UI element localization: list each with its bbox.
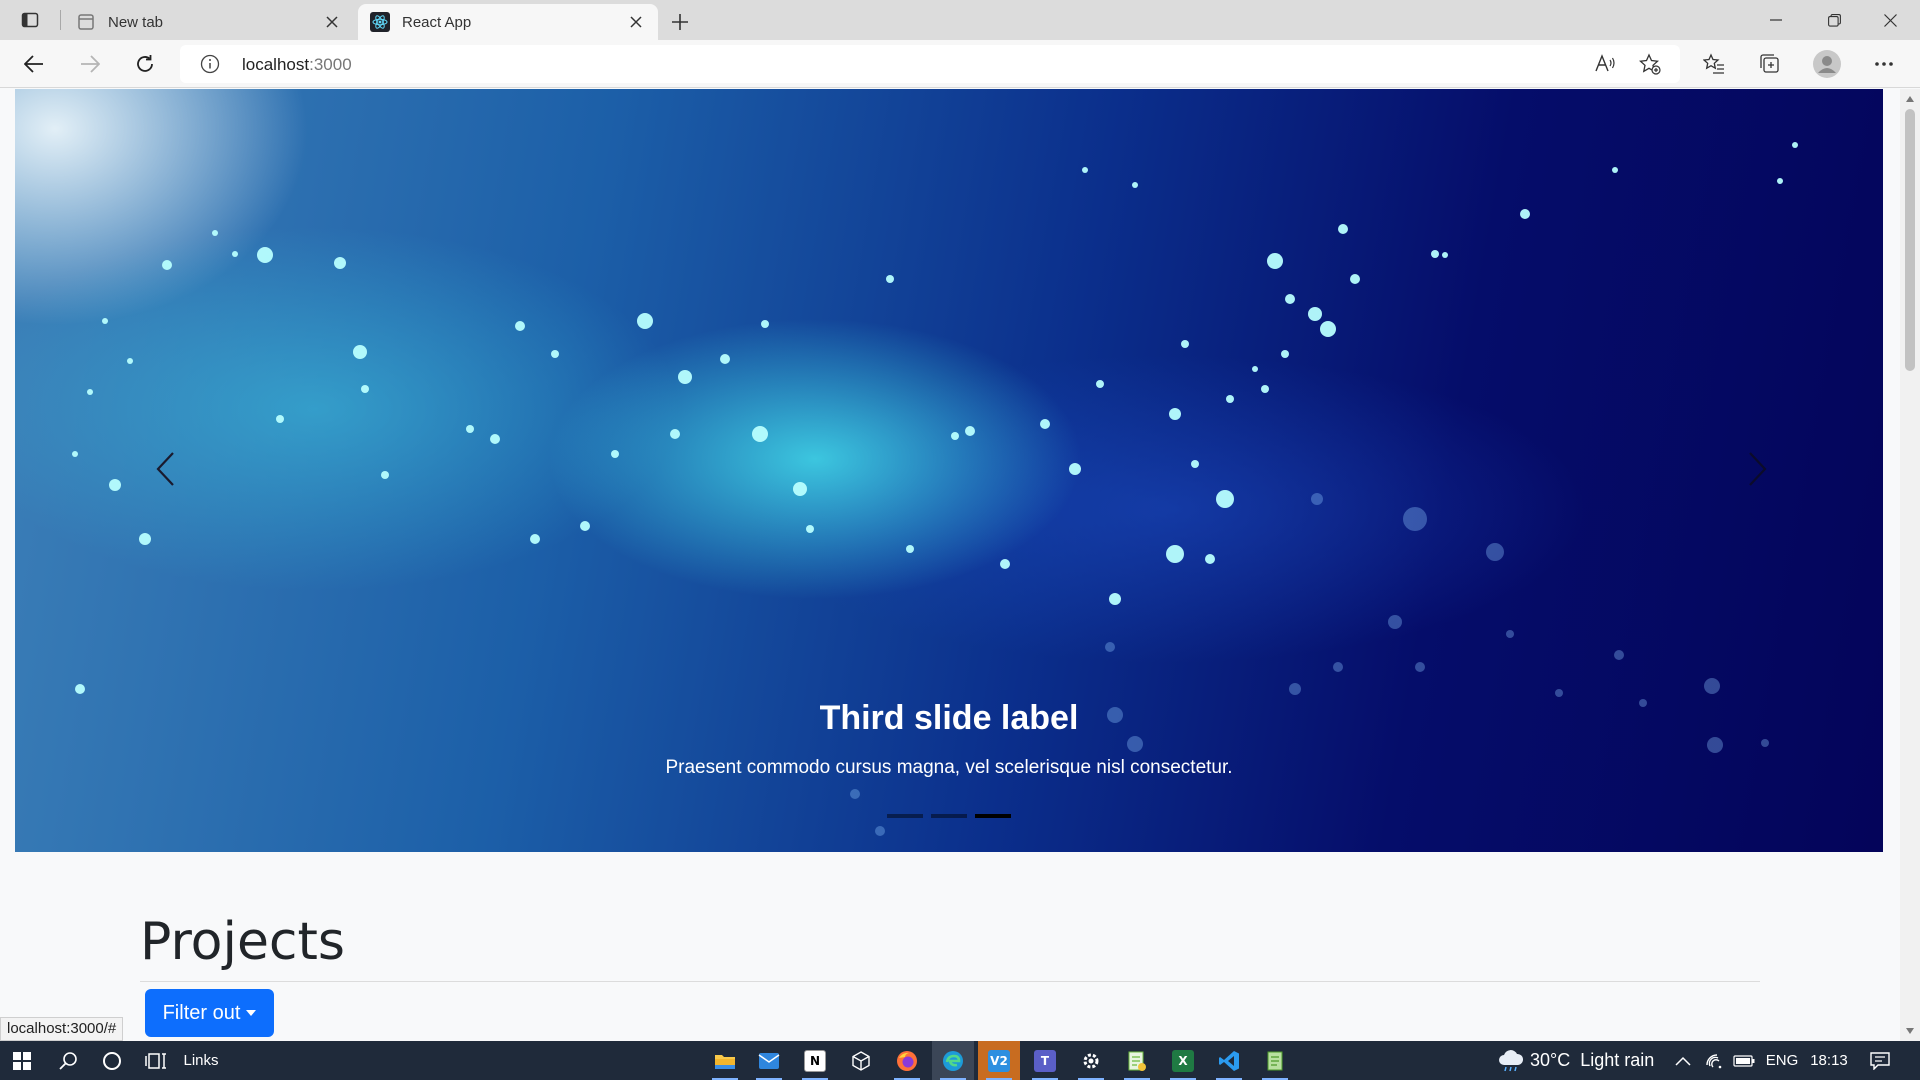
scroll-down-icon[interactable] (1904, 1025, 1916, 1037)
links-toolbar[interactable]: Links (180, 1041, 222, 1080)
language-label: ENG (1765, 1052, 1799, 1069)
add-favorite-icon[interactable] (1635, 50, 1665, 78)
address-bar[interactable]: localhost:3000 (180, 45, 1680, 83)
settings-gear-icon[interactable] (1070, 1041, 1112, 1080)
favorites-icon[interactable] (1696, 48, 1732, 80)
filter-label: Filter out (162, 1001, 241, 1024)
browser-toolbar: localhost:3000 (0, 40, 1920, 88)
slide-title: Third slide label (819, 699, 1079, 737)
language-indicator[interactable]: ENG (1762, 1041, 1802, 1080)
teams-icon[interactable]: T (1024, 1041, 1066, 1080)
mail-icon[interactable] (748, 1041, 790, 1080)
tab-title: React App (402, 13, 472, 31)
windows-start-icon[interactable] (0, 1041, 44, 1080)
links-label: Links (183, 1052, 219, 1069)
tab-actions-icon[interactable] (18, 8, 42, 32)
new-tab-plus-icon[interactable] (666, 8, 694, 36)
carousel-prev-icon[interactable] (135, 439, 195, 499)
tab-react-app[interactable]: React App (358, 4, 658, 40)
vscode-insiders-icon[interactable]: V2 (978, 1041, 1020, 1080)
3d-viewer-icon[interactable] (840, 1041, 882, 1080)
caret-down-icon (246, 1010, 257, 1016)
clock-time: 18:13 (1810, 1052, 1848, 1069)
minimize-icon[interactable] (1748, 0, 1804, 40)
battery-icon[interactable] (1730, 1041, 1758, 1080)
close-window-icon[interactable] (1862, 0, 1918, 40)
scroll-thumb[interactable] (1905, 109, 1915, 371)
carousel-next-icon[interactable] (1728, 439, 1788, 499)
tab-title: New tab (108, 13, 164, 31)
scroll-up-icon[interactable] (1904, 93, 1916, 105)
restore-icon[interactable] (1806, 0, 1862, 40)
carousel-indicator-2[interactable] (931, 814, 967, 818)
weather-cloud-rain-icon[interactable] (1494, 1041, 1528, 1080)
vscode-icon[interactable] (1208, 1041, 1250, 1080)
firefox-icon[interactable] (886, 1041, 928, 1080)
close-tab-icon[interactable] (322, 12, 342, 32)
site-info-icon[interactable] (200, 54, 220, 74)
filter-dropdown-button[interactable]: Filter out (145, 989, 274, 1037)
collections-icon[interactable] (1752, 48, 1788, 80)
file-explorer-icon[interactable] (704, 1041, 746, 1080)
more-options-icon[interactable] (1866, 48, 1902, 80)
chevron-up-icon[interactable] (1670, 1041, 1696, 1080)
profile-avatar-icon[interactable] (1809, 48, 1845, 80)
notifications-icon[interactable] (1862, 1041, 1898, 1080)
url-port: :3000 (309, 55, 352, 74)
slide-text: Praesent commodo cursus magna, vel scele… (665, 757, 1233, 778)
url-host: localhost (242, 55, 310, 74)
url-text: localhost:3000 (242, 55, 352, 75)
read-aloud-icon[interactable] (1590, 50, 1620, 78)
forward-arrow-icon[interactable] (72, 48, 108, 80)
page-scrollbar[interactable] (1900, 89, 1920, 1041)
notepad-icon[interactable] (1254, 1041, 1296, 1080)
carousel-indicator-3[interactable] (975, 814, 1011, 818)
notion-icon[interactable]: N (794, 1041, 836, 1080)
carousel-indicators (15, 814, 1883, 818)
weather-desc: Light rain (1580, 1050, 1655, 1070)
weather-temp: 30°C (1530, 1050, 1571, 1070)
taskbar: Links N V2 T X 30°C Light rain ENG 18:13 (0, 1041, 1920, 1080)
wifi-icon[interactable] (1700, 1041, 1728, 1080)
react-logo-icon (370, 12, 390, 32)
projects-heading: Projects (140, 912, 346, 972)
back-arrow-icon[interactable] (16, 48, 52, 80)
reload-icon[interactable] (127, 48, 163, 80)
weather-widget[interactable]: 30°C Light rain (1530, 1041, 1670, 1080)
divider (140, 981, 1760, 982)
new-tab-page-icon (76, 12, 96, 32)
tab-new-tab[interactable]: New tab (64, 4, 354, 40)
task-view-icon[interactable] (136, 1041, 176, 1080)
carousel-indicator-1[interactable] (887, 814, 923, 818)
clock[interactable]: 18:13 (1806, 1041, 1852, 1080)
notepad-plus-icon[interactable] (1116, 1041, 1158, 1080)
tab-strip: New tab React App (0, 0, 1920, 40)
cortana-icon[interactable] (92, 1041, 132, 1080)
page-viewport: Third slide label Praesent commodo cursu… (0, 89, 1900, 1041)
excel-icon[interactable]: X (1162, 1041, 1204, 1080)
carousel: Third slide label Praesent commodo cursu… (15, 89, 1883, 852)
status-bar-url: localhost:3000/# (0, 1017, 124, 1041)
search-icon[interactable] (48, 1041, 88, 1080)
edge-icon[interactable] (932, 1041, 974, 1080)
tab-divider (60, 10, 61, 30)
close-tab-icon[interactable] (626, 12, 646, 32)
